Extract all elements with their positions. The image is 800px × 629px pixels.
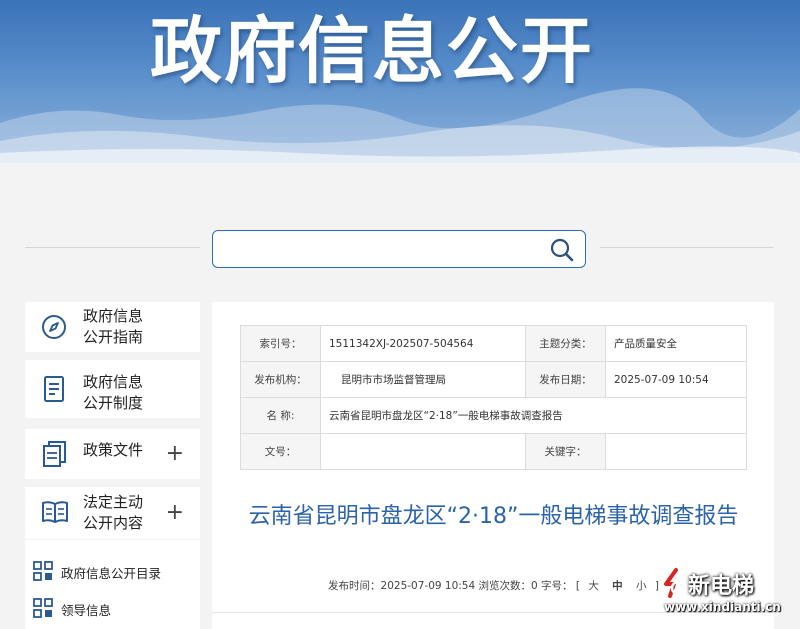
watermark-brand: 新电梯 xyxy=(688,574,755,599)
sub-item-label: 领导信息 xyxy=(61,603,112,618)
sidebar-label: 政策文件 xyxy=(83,441,144,459)
sidebar-item-system[interactable]: 政府信息 公开制度 xyxy=(25,360,200,418)
docno-label: 文号： xyxy=(240,433,321,470)
watermark-logo-icon xyxy=(664,568,686,598)
watermark-url: www.xindianti.cn xyxy=(664,600,781,614)
font-size-small[interactable]: 小 xyxy=(631,580,652,592)
header-banner: 政府信息公开 xyxy=(0,0,800,163)
date-label: 发布日期： xyxy=(525,361,606,398)
fontsize-label: 字号： xyxy=(541,580,573,592)
banner-title: 政府信息公开 xyxy=(150,9,595,93)
expand-plus-icon[interactable]: + xyxy=(166,502,184,524)
table-row: 文号： 关键字： xyxy=(240,433,747,470)
index-label: 索引号： xyxy=(240,325,321,362)
sidebar-label-line2: 公开指南 xyxy=(83,328,144,346)
document-meta-table: 索引号： 1511342XJ-202507-504564 主题分类： 产品质量安… xyxy=(240,325,747,470)
sidebar-item-guide[interactable]: 政府信息 公开指南 xyxy=(25,302,200,352)
font-size-medium[interactable]: 中 xyxy=(607,580,628,592)
table-row: 名 称: 云南省昆明市盘龙区“2·18”一般电梯事故调查报告 xyxy=(240,397,747,434)
keyword-label: 关键字： xyxy=(525,433,606,470)
sidebar-label-line1: 政府信息 xyxy=(83,307,144,325)
keyword-value xyxy=(605,433,747,470)
grid-icon xyxy=(33,561,53,581)
search-input[interactable] xyxy=(221,237,541,261)
search-box xyxy=(212,230,586,268)
topic-label: 主题分类： xyxy=(525,325,606,362)
date-value: 2025-07-09 10:54 xyxy=(605,361,747,398)
sidebar-label-line1: 法定主动 xyxy=(83,493,144,511)
site-watermark: 新电梯 www.xindianti.cn xyxy=(652,564,800,629)
book-icon xyxy=(42,501,68,523)
view-count: 浏览次数：0 xyxy=(478,580,538,592)
docno-value xyxy=(320,433,526,470)
index-value: 1511342XJ-202507-504564 xyxy=(320,325,526,362)
expand-plus-icon[interactable]: + xyxy=(166,443,184,465)
name-value: 云南省昆明市盘龙区“2·18”一般电梯事故调查报告 xyxy=(320,397,747,434)
table-row: 索引号： 1511342XJ-202507-504564 主题分类： 产品质量安… xyxy=(240,325,747,362)
sidebar-label-line2: 公开制度 xyxy=(83,394,144,412)
sidebar-subpanel: 政府信息公开目录 领导信息 xyxy=(25,540,200,629)
publish-time: 发布时间：2025-07-09 10:54 xyxy=(328,580,476,592)
compass-icon xyxy=(42,315,66,339)
files-icon xyxy=(43,441,66,467)
grid-icon xyxy=(33,598,53,618)
publisher-value: 昆明市市场监督管理局 xyxy=(320,361,526,398)
topic-value: 产品质量安全 xyxy=(605,325,747,362)
document-icon xyxy=(44,376,64,402)
publisher-label: 发布机构： xyxy=(240,361,321,398)
sub-item-label: 政府信息公开目录 xyxy=(61,566,162,581)
divider-left xyxy=(25,247,200,248)
sidebar-label-line1: 政府信息 xyxy=(83,373,144,391)
divider-right xyxy=(600,247,774,248)
article-title: 云南省昆明市盘龙区“2·18”一般电梯事故调查报告 xyxy=(248,504,739,529)
sidebar-label-line2: 公开内容 xyxy=(83,514,144,532)
sidebar-item-policy[interactable]: 政策文件 + xyxy=(25,429,200,479)
name-label: 名 称: xyxy=(240,397,321,434)
search-icon[interactable] xyxy=(549,237,575,263)
sidebar-item-statutory[interactable]: 法定主动 公开内容 + xyxy=(25,487,200,539)
bracket-open: [ xyxy=(575,580,580,592)
table-row: 发布机构： 昆明市市场监督管理局 发布日期： 2025-07-09 10:54 xyxy=(240,361,747,398)
font-size-large[interactable]: 大 xyxy=(583,580,604,592)
